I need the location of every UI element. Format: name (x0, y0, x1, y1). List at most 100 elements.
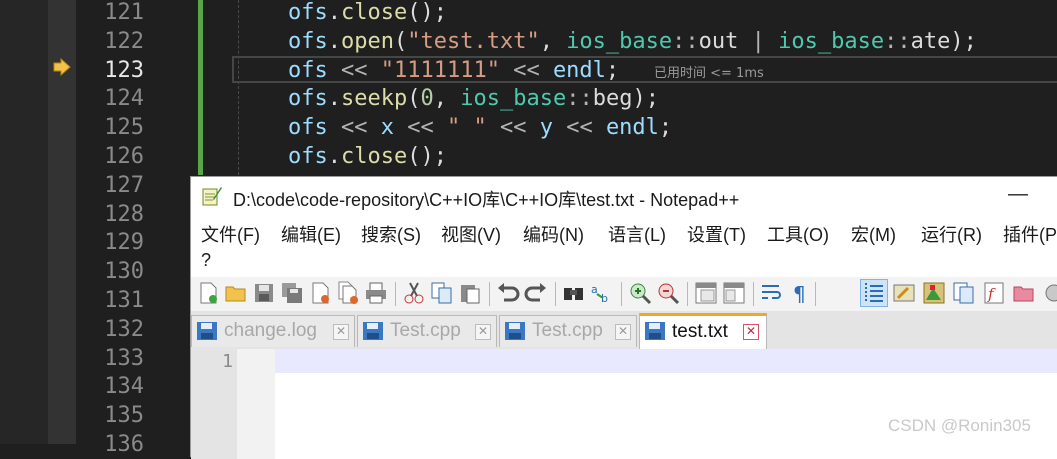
notepad-window[interactable]: D:\code\code-repository\C++IO库\C++IO库\te… (190, 176, 1057, 459)
folder-as-workspace-icon[interactable] (1011, 280, 1037, 306)
line-number: 135 (104, 403, 144, 429)
code-line[interactable]: ofs.close(); (288, 0, 447, 27)
print-icon[interactable] (363, 280, 389, 306)
fold-margin[interactable] (237, 349, 275, 459)
word-wrap-icon[interactable] (759, 280, 785, 306)
code-token: ios_base (460, 86, 567, 112)
toolbar-separator (815, 282, 816, 306)
copy-icon[interactable] (429, 280, 455, 306)
menu-item[interactable]: 视图(V) (441, 221, 501, 247)
code-token: "1111111" (380, 57, 500, 83)
elapsed-time-hint: 已用时间 <= 1ms (654, 66, 764, 81)
line-number: 134 (104, 374, 144, 400)
save-disk-icon (505, 322, 525, 340)
menu-item[interactable]: 插件(P) (1003, 221, 1057, 247)
code-line[interactable]: ofs.seekp(0, ios_base::beg); (288, 84, 659, 113)
code-token: close (341, 144, 408, 169)
save-all-icon[interactable] (279, 280, 305, 306)
code-line[interactable]: ofs.close(); (288, 142, 447, 171)
code-token: | (738, 28, 779, 54)
tab-label: change.log (224, 320, 317, 341)
close-tab-icon[interactable]: ✕ (333, 324, 349, 340)
function-icon[interactable]: f (981, 280, 1007, 306)
menu-item-help[interactable]: ? (201, 250, 211, 271)
new-file-icon[interactable] (195, 280, 221, 306)
indent-guide-icon[interactable] (860, 279, 888, 307)
toolbar-separator (687, 282, 688, 306)
toolbar: ab ¶ f (191, 277, 1057, 311)
code-token: close (341, 0, 408, 25)
code-token: (); (407, 0, 447, 25)
user-defined-language-icon[interactable] (891, 280, 917, 306)
close-all-icon[interactable] (335, 280, 361, 306)
code-line[interactable]: ofs << "1111111" << endl; (288, 56, 619, 85)
sync-vertical-scroll-icon[interactable] (693, 280, 719, 306)
line-number: 126 (104, 144, 144, 169)
menu-item[interactable]: 宏(M) (851, 221, 896, 247)
menu-item[interactable]: 运行(R) (921, 221, 982, 247)
code-token: endl (605, 115, 659, 141)
sync-horizontal-scroll-icon[interactable] (721, 280, 747, 306)
menu-item[interactable]: 工具(O) (767, 221, 829, 247)
tab-label: Test.cpp (390, 320, 461, 341)
monitoring-icon[interactable] (1041, 280, 1057, 306)
menu-item[interactable]: 设置(T) (687, 221, 746, 247)
save-disk-icon (645, 322, 665, 340)
code-line[interactable]: ofs.open("test.txt", ios_base::out | ios… (288, 27, 977, 56)
code-token: << (499, 57, 553, 83)
toolbar-separator (753, 282, 754, 306)
redo-icon[interactable] (523, 280, 549, 306)
document-map-icon[interactable] (921, 280, 947, 306)
menu-item[interactable]: 搜索(S) (361, 221, 421, 247)
line-number: 123 (104, 57, 144, 83)
tab-test-cpp-2[interactable]: Test.cpp ✕ (499, 315, 637, 347)
menu-item[interactable]: 编辑(E) (281, 221, 341, 247)
show-all-characters-icon[interactable]: ¶ (787, 280, 813, 306)
code-token: "test.txt" (407, 28, 540, 54)
save-disk-icon (363, 322, 383, 340)
close-tab-icon[interactable]: ✕ (475, 324, 491, 340)
code-token: y (539, 115, 553, 141)
tab-test-txt[interactable]: test.txt ✕ (639, 313, 767, 349)
code-token: ofs (288, 0, 328, 25)
tab-change-log[interactable]: change.log ✕ (191, 315, 355, 347)
toolbar-separator (395, 282, 396, 306)
function-list-icon[interactable] (951, 280, 977, 306)
code-token: ( (407, 86, 421, 112)
tab-label: Test.cpp (532, 320, 603, 341)
tab-test-cpp[interactable]: Test.cpp ✕ (357, 315, 497, 347)
save-icon[interactable] (251, 280, 277, 306)
title-bar[interactable]: D:\code\code-repository\C++IO库\C++IO库\te… (191, 177, 1057, 217)
zoom-in-icon[interactable] (627, 280, 653, 306)
minimize-button[interactable]: — (1003, 181, 1033, 211)
menu-item[interactable]: 语言(L) (608, 221, 666, 247)
cut-icon[interactable] (401, 280, 427, 306)
code-token: ; (658, 115, 673, 141)
notepad-text-area[interactable]: 1 (191, 349, 1057, 459)
undo-icon[interactable] (495, 280, 521, 306)
toolbar-separator (621, 282, 622, 306)
caret-line-highlight[interactable] (275, 349, 1057, 373)
find-icon[interactable] (561, 280, 587, 306)
open-file-icon[interactable] (223, 280, 249, 306)
code-token: ofs (288, 28, 328, 54)
paste-icon[interactable] (457, 280, 483, 306)
code-token: ); (950, 28, 977, 54)
notepad-app-icon (202, 187, 222, 206)
svg-text:a: a (591, 283, 598, 296)
close-tab-icon[interactable]: ✕ (743, 324, 759, 340)
close-file-icon[interactable] (307, 280, 333, 306)
code-token: , (539, 28, 567, 54)
close-tab-icon[interactable]: ✕ (615, 324, 631, 340)
code-token: open (341, 28, 394, 54)
indent-guide (238, 0, 240, 175)
code-token: << (552, 115, 606, 141)
replace-icon[interactable]: ab (589, 280, 615, 306)
line-number: 133 (104, 345, 144, 371)
code-line[interactable]: ofs << x << " " << y << endl; (288, 113, 672, 142)
menu-bar: 文件(F) 编辑(E) 搜索(S) 视图(V) 编码(N) 语言(L) 设置(T) 工具(O)… (191, 217, 1057, 277)
menu-item[interactable]: 编码(N) (523, 221, 584, 247)
line-number: 125 (104, 115, 144, 141)
menu-item[interactable]: 文件(F) (201, 221, 260, 247)
zoom-out-icon[interactable] (655, 280, 681, 306)
